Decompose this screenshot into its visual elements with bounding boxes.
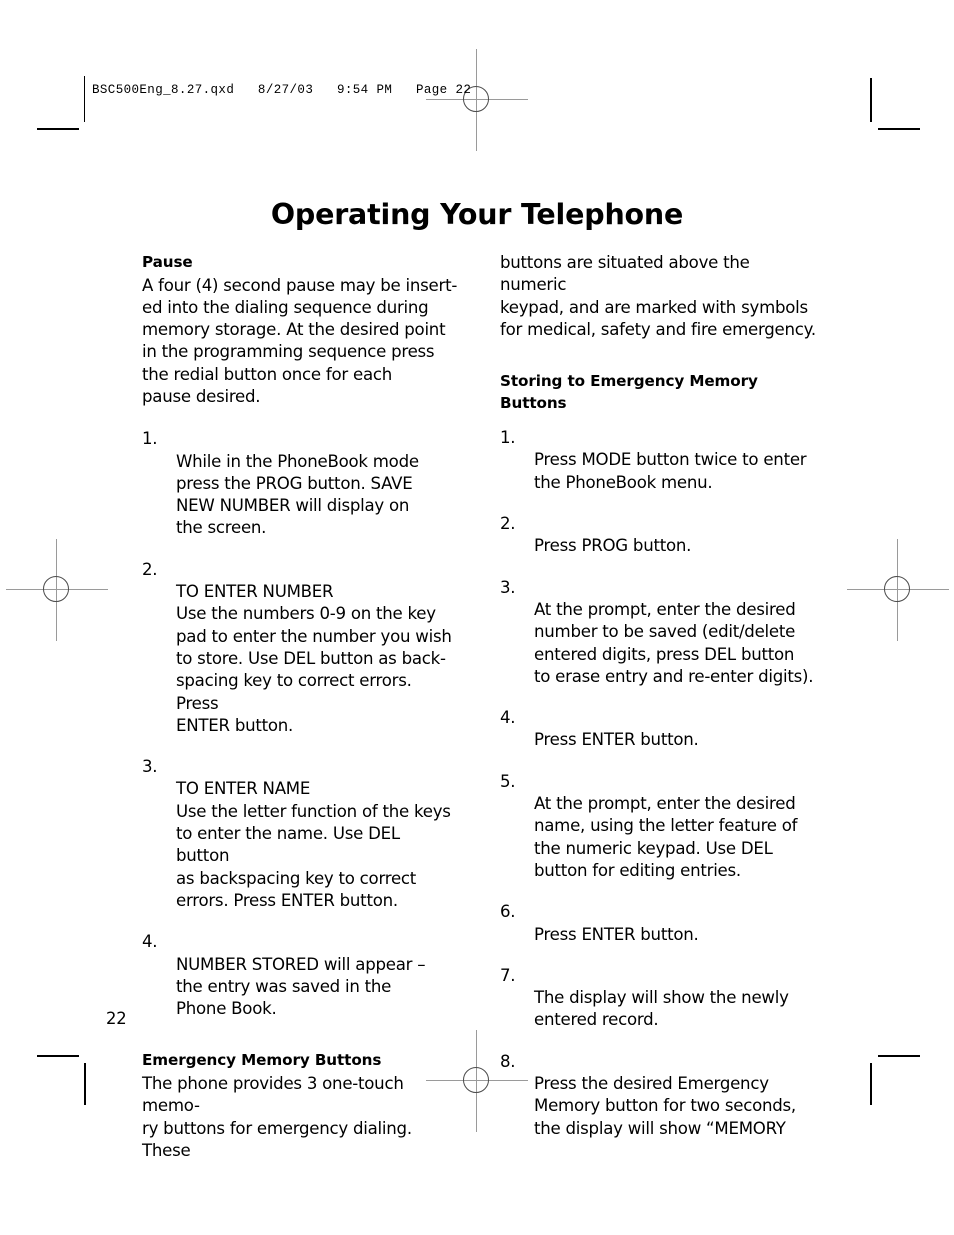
list-item-text: The display will show the newly entered …: [534, 988, 789, 1030]
list-item-number: 3.: [500, 577, 516, 597]
right-column: buttons are situated above the numeric k…: [500, 252, 816, 1140]
list-item-number: 2.: [142, 559, 158, 579]
list-item-text: Press MODE button twice to enter the Pho…: [534, 450, 807, 492]
list-item-text: While in the PhoneBook mode press the PR…: [176, 451, 419, 538]
list-item-text: Press ENTER button.: [534, 730, 699, 750]
list-item-text: Press ENTER button.: [534, 924, 699, 944]
list-item-text: At the prompt, enter the desired number …: [534, 599, 814, 686]
page-content: Operating Your Telephone Pause A four (4…: [0, 0, 954, 1235]
storing-steps-list: 1. Press MODE button twice to enter the P…: [500, 427, 816, 1140]
list-item-text: Press PROG button.: [534, 536, 692, 556]
heading-emergency-memory-buttons: Emergency Memory Buttons: [142, 1051, 382, 1070]
list-item-text: TO ENTER NUMBER Use the numbers 0-9 on t…: [176, 582, 452, 735]
list-item-number: 6.: [500, 902, 516, 922]
printed-page: BSC500Eng_8.27.qxd 8/27/03 9:54 PM Page …: [0, 0, 954, 1235]
list-item: 4. Press ENTER button.: [500, 707, 816, 752]
list-item: 4. NUMBER STORED will appear – the entry …: [142, 931, 458, 1020]
list-item-number: 4.: [142, 932, 158, 952]
list-item: 2. Press PROG button.: [500, 513, 816, 558]
heading-pause: Pause: [142, 253, 193, 271]
paragraph-emergency-memory-buttons: The phone provides 3 one-touch memo- ry …: [142, 1073, 412, 1160]
list-item-number: 1.: [142, 429, 158, 449]
list-item: 3. At the prompt, enter the desired numbe…: [500, 577, 816, 688]
list-item: 1. Press MODE button twice to enter the P…: [500, 427, 816, 494]
list-item-number: 4.: [500, 708, 516, 728]
list-item-text: NUMBER STORED will appear – the entry wa…: [176, 954, 426, 1019]
heading-storing-to-emergency-memory-buttons: Storing to Emergency Memory Buttons: [500, 372, 758, 412]
list-item-number: 5.: [500, 771, 516, 791]
list-item-number: 8.: [500, 1051, 516, 1071]
paragraph-emergency-continuation: buttons are situated above the numeric k…: [500, 253, 816, 339]
paragraph-pause: A four (4) second pause may be insert- e…: [142, 275, 458, 406]
list-item-number: 1.: [500, 428, 516, 448]
list-item-number: 2.: [500, 514, 516, 534]
list-item: 8. Press the desired Emergency Memory but…: [500, 1051, 816, 1140]
list-item: 3. TO ENTER NAME Use the letter function …: [142, 756, 458, 912]
list-item-number: 7.: [500, 965, 516, 985]
list-item: 6. Press ENTER button.: [500, 901, 816, 946]
page-number: 22: [106, 1009, 127, 1028]
left-column: Pause A four (4) second pause may be ins…: [142, 252, 458, 1162]
list-item-text: TO ENTER NAME Use the letter function of…: [176, 779, 451, 910]
list-item: 5. At the prompt, enter the desired name,…: [500, 771, 816, 882]
list-item: 2. TO ENTER NUMBER Use the numbers 0-9 on…: [142, 559, 458, 737]
list-item: 1. While in the PhoneBook mode press the …: [142, 428, 458, 539]
list-item-number: 3.: [142, 757, 158, 777]
list-item-text: At the prompt, enter the desired name, u…: [534, 794, 798, 880]
list-item: 7. The display will show the newly entere…: [500, 965, 816, 1032]
page-title: Operating Your Telephone: [270, 198, 684, 231]
pause-steps-list: 1. While in the PhoneBook mode press the …: [142, 428, 458, 1020]
list-item-text: Press the desired Emergency Memory butto…: [534, 1074, 796, 1138]
